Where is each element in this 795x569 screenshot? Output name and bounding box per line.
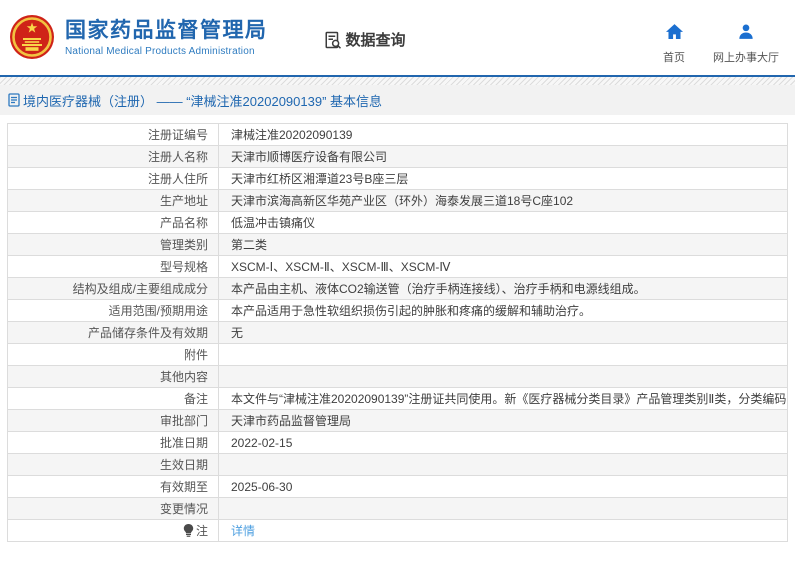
table-row: 注册人住所 天津市红桥区湘潭道23号B座三层 xyxy=(7,167,788,190)
table-row: 注详情 xyxy=(7,519,788,542)
hatched-divider xyxy=(0,77,795,85)
field-label: 注册人住所 xyxy=(7,167,219,190)
site-header: 国家药品监督管理局 National Medical Products Admi… xyxy=(0,0,795,77)
field-value: 天津市药品监督管理局 xyxy=(218,409,788,432)
table-row: 生产地址 天津市滨海高新区华苑产业区（环外）海泰发展三道18号C座102 xyxy=(7,189,788,212)
table-row: 注册人名称 天津市顺博医疗设备有限公司 xyxy=(7,145,788,168)
field-label: 产品储存条件及有效期 xyxy=(7,321,219,344)
field-value xyxy=(218,343,788,366)
field-label: 生产地址 xyxy=(7,189,219,212)
registration-info-table: 注册证编号 津械注准20202090139 注册人名称 天津市顺博医疗设备有限公司 注册… xyxy=(7,123,788,542)
field-value xyxy=(218,497,788,520)
field-label: 管理类别 xyxy=(7,233,219,256)
table-row: 结构及组成/主要组成成分 本产品由主机、液体CO2输送管（治疗手柄连接线）、治疗手… xyxy=(7,277,788,300)
detail-link[interactable]: 详情 xyxy=(231,524,255,538)
field-label: 有效期至 xyxy=(7,475,219,498)
table-row: 管理类别 第二类 xyxy=(7,233,788,256)
org-title-block: 国家药品监督管理局 National Medical Products Admi… xyxy=(65,19,268,57)
data-query-label: 数据查询 xyxy=(345,32,406,49)
field-value: 津械注准20202090139 xyxy=(218,123,788,146)
field-label: 审批部门 xyxy=(7,409,219,432)
field-label: 附件 xyxy=(7,343,219,366)
table-row: 其他内容 xyxy=(7,365,788,388)
field-label: 注 xyxy=(7,519,219,542)
table-row: 生效日期 xyxy=(7,453,788,476)
field-value: 第二类 xyxy=(218,233,788,256)
org-name-english: National Medical Products Administration xyxy=(65,45,255,57)
home-icon xyxy=(665,24,683,44)
field-label: 适用范围/预期用途 xyxy=(7,299,219,322)
org-name: 国家药品监督管理局 xyxy=(65,18,268,42)
field-value xyxy=(218,365,788,388)
table-row: 有效期至 2025-06-30 xyxy=(7,475,788,498)
nav-item-label: 网上办事大厅 xyxy=(713,52,779,64)
field-label: 产品名称 xyxy=(7,211,219,234)
field-label: 结构及组成/主要组成成分 xyxy=(7,277,219,300)
field-value: 2025-06-30 xyxy=(218,475,788,498)
document-search-icon xyxy=(324,31,342,49)
field-value xyxy=(218,453,788,476)
field-value: 低温冲击镇痛仪 xyxy=(218,211,788,234)
table-row: 批准日期 2022-02-15 xyxy=(7,431,788,454)
field-label: 型号规格 xyxy=(7,255,219,278)
field-label: 注册人名称 xyxy=(7,145,219,168)
field-value: 天津市红桥区湘潭道23号B座三层 xyxy=(218,167,788,190)
national-emblem-logo xyxy=(9,13,55,63)
field-label: 备注 xyxy=(7,387,219,410)
table-row: 审批部门 天津市药品监督管理局 xyxy=(7,409,788,432)
table-row: 型号规格 XSCM-Ⅰ、XSCM-Ⅱ、XSCM-Ⅲ、XSCM-Ⅳ xyxy=(7,255,788,278)
field-value: 天津市滨海高新区华苑产业区（环外）海泰发展三道18号C座102 xyxy=(218,189,788,212)
document-icon xyxy=(8,93,20,107)
field-value: 本文件与“津械注准20202090139”注册证共同使用。新《医疗器械分类目录》… xyxy=(218,387,788,410)
table-row: 变更情况 xyxy=(7,497,788,520)
field-label: 其他内容 xyxy=(7,365,219,388)
field-label: 批准日期 xyxy=(7,431,219,454)
field-value: 天津市顺博医疗设备有限公司 xyxy=(218,145,788,168)
table-row: 适用范围/预期用途 本产品适用于急性软组织损伤引起的肿胀和疼痛的缓解和辅助治疗。 xyxy=(7,299,788,322)
field-value: 2022-02-15 xyxy=(218,431,788,454)
field-label: 变更情况 xyxy=(7,497,219,520)
field-value: 本产品适用于急性软组织损伤引起的肿胀和疼痛的缓解和辅助治疗。 xyxy=(218,299,788,322)
info-table-body: 注册证编号 津械注准20202090139 注册人名称 天津市顺博医疗设备有限公司 注册… xyxy=(7,123,788,542)
table-row: 备注 本文件与“津械注准20202090139”注册证共同使用。新《医疗器械分类目… xyxy=(7,387,788,410)
table-row: 注册证编号 津械注准20202090139 xyxy=(7,123,788,146)
nav-item-label: 首页 xyxy=(663,52,685,64)
field-value: 详情 xyxy=(218,519,788,542)
page-title: 境内医疗器械（注册） —— “津械注准20202090139” 基本信息 xyxy=(23,93,383,109)
table-row: 产品储存条件及有效期无 xyxy=(7,321,788,344)
hint-icon xyxy=(183,523,194,540)
field-value: XSCM-Ⅰ、XSCM-Ⅱ、XSCM-Ⅲ、XSCM-Ⅳ xyxy=(218,255,788,278)
nav-item-home[interactable]: 首页 xyxy=(663,24,685,65)
field-label: 注册证编号 xyxy=(7,123,219,146)
data-query-tab[interactable]: 数据查询 xyxy=(324,29,406,50)
header-nav: 首页 网上办事大厅 xyxy=(663,24,779,65)
table-row: 附件 xyxy=(7,343,788,366)
field-value: 本产品由主机、液体CO2输送管（治疗手柄连接线）、治疗手柄和电源线组成。 xyxy=(218,277,788,300)
table-row: 产品名称 低温冲击镇痛仪 xyxy=(7,211,788,234)
nav-item-service-hall[interactable]: 网上办事大厅 xyxy=(713,24,779,65)
field-value: 无 xyxy=(218,321,788,344)
field-label: 生效日期 xyxy=(7,453,219,476)
breadcrumb: 境内医疗器械（注册） —— “津械注准20202090139” 基本信息 xyxy=(0,85,795,115)
user-icon xyxy=(738,24,754,44)
